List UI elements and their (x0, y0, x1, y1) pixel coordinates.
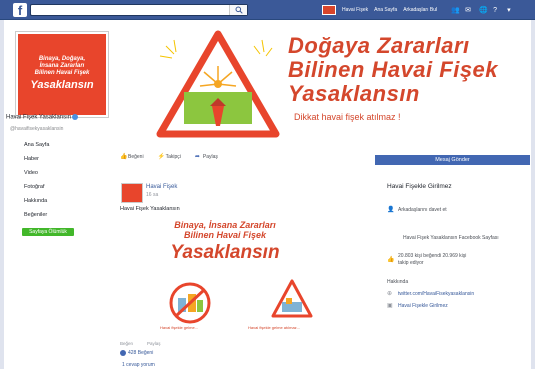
twitter-link[interactable]: twitter.com/HavaiFisekyasaklansin (398, 291, 474, 297)
nav-item-likes[interactable]: Beğeniler (24, 208, 49, 222)
add-friend-icon: 👤 (387, 207, 395, 213)
create-page-button[interactable]: Sayfaya Ölümlük (22, 228, 74, 236)
page-actions: 👍 Beğeni ⚡ Takipçi ➦ Paylaş (120, 154, 218, 160)
cover-subtitle: Dikkat havai fişek atılmaz ! (294, 112, 401, 122)
page-nav: Ana Sayfa Haber Video Fotoğraf Hakkında … (24, 138, 49, 222)
thumbs-up-icon: 👍 (387, 257, 395, 263)
site-link[interactable]: Havai Fişekle Girilmez (398, 303, 448, 309)
thumbs-up-icon: 👍 (120, 154, 128, 160)
cover-title: Doğaya Zararları Bilinen Havai Fişek Yas… (288, 34, 498, 106)
post-author[interactable]: Havai Fişek (146, 184, 177, 190)
invite-friends-text: Arkadaşlarını davet et (398, 207, 447, 213)
no-firework-sign-icon (169, 282, 211, 324)
nav-item-video[interactable]: Video (24, 166, 49, 180)
about-title: Havai Fişekle Girilmez (387, 183, 452, 190)
like-label: Beğeni (128, 154, 144, 160)
like-page-button[interactable]: 👍 Beğeni (120, 154, 144, 160)
post-image[interactable]: Binaya, İnsana Zararları Bilinen Havai F… (120, 216, 330, 338)
follow-label: Takipçi (165, 154, 181, 160)
notifications-icon[interactable]: 🌐 (479, 7, 488, 14)
nav-item-news[interactable]: Haber (24, 152, 49, 166)
cover-area: Binaya, Doğaya, İnsana Zararları Bilinen… (4, 20, 531, 147)
right-sidebar: Mesaj Gönder Havai Fişekle Girilmez 👤 Ar… (375, 155, 530, 309)
post-text: Havai Fişek Yasaklansın (120, 206, 180, 212)
post-image-caption-left: Havai fişekle gelme... (160, 325, 199, 330)
profile-picture[interactable]: Binaya, Doğaya, İnsana Zararları Bilinen… (16, 32, 108, 117)
about-heading-text: Hakkında (387, 279, 409, 285)
top-navigation-bar: f Havai Fişek Ana Sayfa Arkadaşları Bul … (0, 0, 535, 20)
facebook-logo[interactable]: f (13, 3, 27, 18)
user-avatar[interactable] (322, 5, 336, 15)
globe-icon: ⊕ (387, 291, 393, 297)
profile-link[interactable]: Havai Fişek (342, 7, 368, 13)
post-likes[interactable]: 428 Beğeni (120, 350, 153, 356)
search-button[interactable] (229, 5, 247, 15)
twitter-link-row[interactable]: ⊕ twitter.com/HavaiFisekyasaklansin (387, 291, 474, 297)
post-image-line-1: Binaya, İnsana Zararları (174, 220, 276, 230)
nav-item-about[interactable]: Hakkında (24, 194, 49, 208)
about-heading: Hakkında (387, 279, 408, 285)
post-comment-link[interactable]: 1 cevap yorum (122, 362, 155, 368)
cover-title-line-2: Bilinen Havai Fişek (288, 57, 499, 82)
page-name-text: Havai Fişek Yasaklansın (6, 114, 72, 121)
page-description-text: Havai Fişek Yasaklansın Facebook Sayfası (403, 235, 499, 241)
cover-title-line-1: Doğaya Zararları (288, 33, 470, 58)
profile-line-2: İnsana Zararları (39, 63, 85, 69)
share-icon: ➦ (194, 154, 200, 160)
profile-line-1: Binaya, Doğaya, (38, 56, 86, 62)
post-like-button[interactable]: Beğen (120, 341, 133, 346)
invite-friends-row[interactable]: 👤 Arkadaşlarını davet et (387, 207, 447, 213)
page-handle: @havaifisekyasaklansin (10, 126, 64, 132)
profile-big-text: Yasaklansın (30, 79, 94, 91)
cover-title-line-3: Yasaklansın (288, 81, 420, 106)
page-icon: ▣ (387, 303, 393, 309)
likes-summary-line-2: takip ediyor (398, 260, 424, 266)
menu-icon[interactable]: ▾ (507, 7, 514, 14)
likes-summary-row: 👍 20.803 kişi beğendi 20.969 kişi takip … (387, 253, 466, 267)
firework-warning-sign (156, 30, 280, 138)
post-actions: Beğen Paylaş (120, 341, 161, 346)
like-count-icon (120, 350, 126, 356)
profile-line-3: Bilinen Havai Fişek (34, 70, 90, 76)
warning-sign-icon (271, 279, 313, 318)
help-icon[interactable]: ? (493, 7, 500, 14)
post-image-line-2: Bilinen Havai Fişek (183, 230, 267, 240)
send-message-button[interactable]: Mesaj Gönder (375, 155, 530, 165)
messages-icon[interactable]: ✉ (465, 7, 472, 14)
post-timestamp[interactable]: 16 sa (146, 192, 158, 198)
home-link[interactable]: Ana Sayfa (374, 7, 397, 13)
page-frame: Binaya, Doğaya, İnsana Zararları Bilinen… (4, 20, 531, 369)
nav-item-home[interactable]: Ana Sayfa (24, 138, 49, 152)
follow-button[interactable]: ⚡ Takipçi (158, 154, 181, 160)
search-icon (235, 6, 243, 14)
post-avatar[interactable] (121, 183, 143, 203)
likes-summary-line-1: 20.803 kişi beğendi 20.969 kişi (398, 253, 467, 259)
site-link-row[interactable]: ▣ Havai Fişekle Girilmez (387, 303, 448, 309)
nav-item-photo[interactable]: Fotoğraf (24, 180, 49, 194)
find-friends-link[interactable]: Arkadaşları Bul (403, 7, 437, 13)
post-likes-count: 428 Beğeni (128, 350, 154, 356)
post-image-big-text: Yasaklansın (170, 242, 280, 263)
rss-icon: ⚡ (157, 154, 166, 160)
verified-icon (72, 114, 79, 120)
page-name[interactable]: Havai Fişek Yasaklansın (6, 114, 79, 121)
search-input[interactable] (30, 4, 248, 16)
friends-icon[interactable]: 👥 (451, 7, 460, 14)
post-image-caption-right: Havai fişekle gelme atılmaz... (248, 325, 301, 330)
post-share-button[interactable]: Paylaş (147, 341, 161, 346)
share-label: Paylaş (202, 154, 218, 160)
top-icons: 👥 ✉ 🌐 ? ▾ (451, 7, 514, 14)
likes-summary: 20.803 kişi beğendi 20.969 kişi takip ed… (398, 253, 466, 267)
page-description: Havai Fişek Yasaklansın Facebook Sayfası (403, 235, 499, 241)
share-button[interactable]: ➦ Paylaş (195, 154, 218, 160)
top-right-nav: Havai Fişek Ana Sayfa Arkadaşları Bul 👥 … (322, 4, 514, 16)
post-card: Havai Fişek 16 sa Havai Fişek Yasaklansı… (120, 178, 330, 368)
